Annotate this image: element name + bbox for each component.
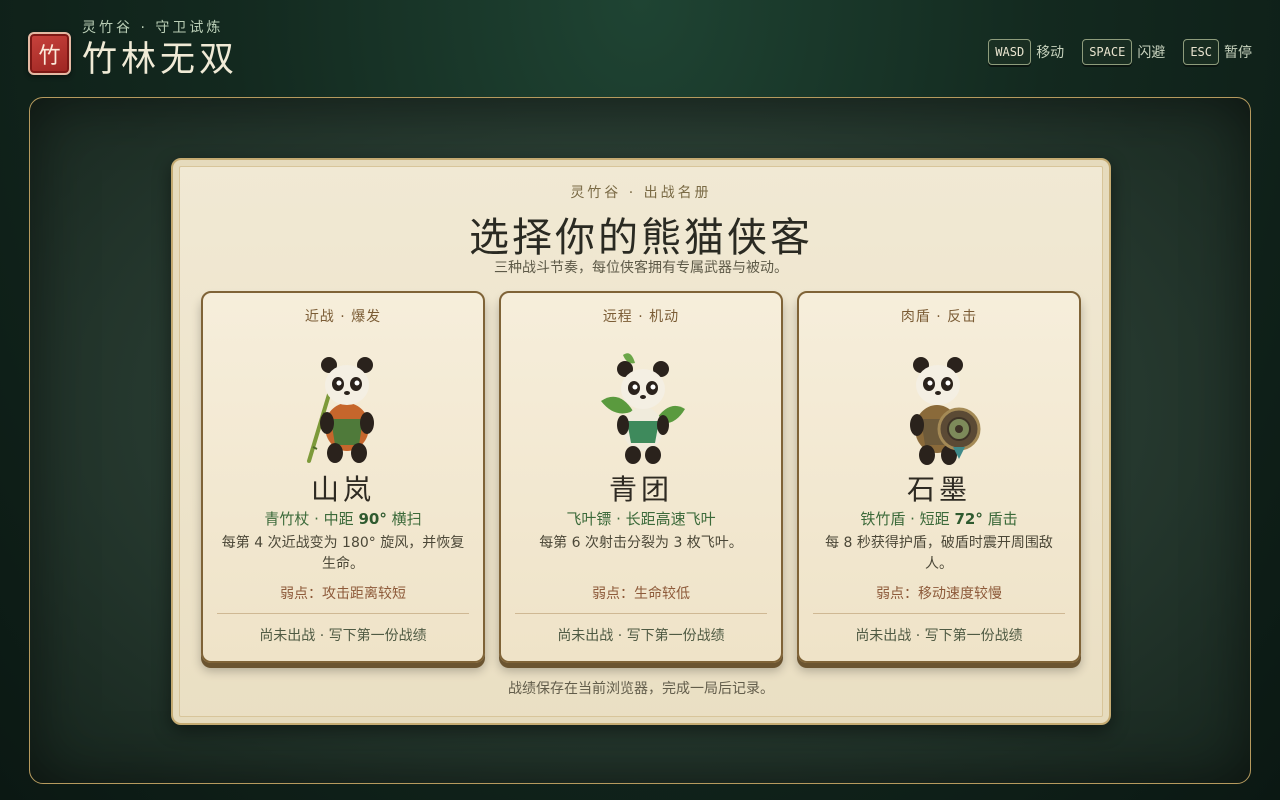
- character-name: 山岚: [310, 473, 375, 506]
- control-hint-move: WASD 移动: [988, 39, 1064, 65]
- character-passive: 每 8 秒获得护盾，破盾时震开周围敌人。: [825, 535, 1053, 572]
- card-tag: 近战 · 爆发: [304, 309, 382, 325]
- panda-shield-icon: [910, 357, 981, 465]
- character-weapon: 铁竹盾 · 短距 72° 盾击: [860, 510, 1018, 528]
- character-record: 尚未出战 · 写下第一份战绩: [855, 628, 1023, 644]
- character-passive: 每第 6 次射击分裂为 3 枚飞叶。: [539, 535, 743, 551]
- card-tag: 肉盾 · 反击: [900, 309, 978, 325]
- key-space: SPACE: [1082, 39, 1133, 65]
- key-esc: ESC: [1183, 39, 1219, 65]
- brand-text: 灵竹谷 · 守卫试炼 竹林无双: [82, 18, 238, 82]
- panda-staff-icon: [307, 357, 374, 463]
- character-record: 尚未出战 · 写下第一份战绩: [259, 628, 427, 644]
- control-label-dodge: 闪避: [1137, 45, 1166, 61]
- control-label-move: 移动: [1036, 45, 1065, 61]
- control-hint-dodge: SPACE 闪避: [1082, 39, 1165, 65]
- character-weapon: 飞叶镖 · 长距高速飞叶: [566, 510, 716, 528]
- key-wasd: WASD: [988, 39, 1032, 65]
- character-passive: 每第 4 次近战变为 180° 旋风，并恢复生命。: [221, 535, 465, 572]
- character-weakness: 弱点：移动速度较慢: [876, 586, 1002, 602]
- card-tag: 远程 · 机动: [602, 309, 680, 325]
- character-cards: 近战 · 爆发 山岚 青竹杖 · 中距 90° 横扫 每第 4 次近战变为 18…: [201, 291, 1081, 666]
- control-label-pause: 暂停: [1224, 45, 1252, 61]
- character-weakness: 弱点：攻击距离较短: [280, 586, 406, 602]
- weapon-angle: 72°: [954, 510, 983, 528]
- card-divider: [813, 613, 1065, 614]
- control-hints: WASD 移动 SPACE 闪避 ESC 暂停: [970, 39, 1252, 65]
- game-title: 竹林无双: [82, 40, 239, 80]
- control-hint-pause: ESC 暂停: [1183, 39, 1252, 65]
- character-record: 尚未出战 · 写下第一份战绩: [557, 628, 725, 644]
- character-select-panel: 灵竹谷 · 出战名册 选择你的熊猫侠客 三种战斗节奏，每位侠客拥有专属武器与被动…: [171, 158, 1111, 725]
- brand: 竹 灵竹谷 · 守卫试炼 竹林无双: [28, 18, 238, 82]
- character-card-qingtuan[interactable]: 远程 · 机动 青团 飞叶镖 · 长距高速飞叶 每第 6 次射击分裂为 3 枚飞…: [499, 291, 783, 663]
- panda-leaf-icon: [601, 353, 685, 464]
- character-card-shimo[interactable]: 肉盾 · 反击 石墨 铁竹盾 · 短距 72° 盾击 每 8 秒获得护盾，破盾时…: [797, 291, 1081, 663]
- panel-kicker: 灵竹谷 · 出战名册: [570, 185, 712, 201]
- character-name: 石墨: [906, 473, 971, 506]
- game-subtitle: 灵竹谷 · 守卫试炼: [82, 20, 224, 36]
- panel-title: 选择你的熊猫侠客: [469, 215, 813, 261]
- character-card-shanlan[interactable]: 近战 · 爆发 山岚 青竹杖 · 中距 90° 横扫 每第 4 次近战变为 18…: [201, 291, 485, 663]
- weapon-angle: 90°: [358, 510, 387, 528]
- character-weapon: 青竹杖 · 中距 90° 横扫: [264, 510, 422, 528]
- game-frame: 灵竹谷 · 出战名册 选择你的熊猫侠客 三种战斗节奏，每位侠客拥有专属武器与被动…: [29, 97, 1251, 784]
- bamboo-seal-icon: 竹: [28, 32, 71, 75]
- character-weakness: 弱点：生命较低: [592, 586, 690, 602]
- panel-description: 三种战斗节奏，每位侠客拥有专属武器与被动。: [494, 260, 788, 276]
- card-divider: [217, 613, 469, 614]
- character-name: 青团: [608, 473, 673, 506]
- save-notice: 战绩保存在当前浏览器，完成一局后记录。: [508, 681, 774, 697]
- card-divider: [515, 613, 767, 614]
